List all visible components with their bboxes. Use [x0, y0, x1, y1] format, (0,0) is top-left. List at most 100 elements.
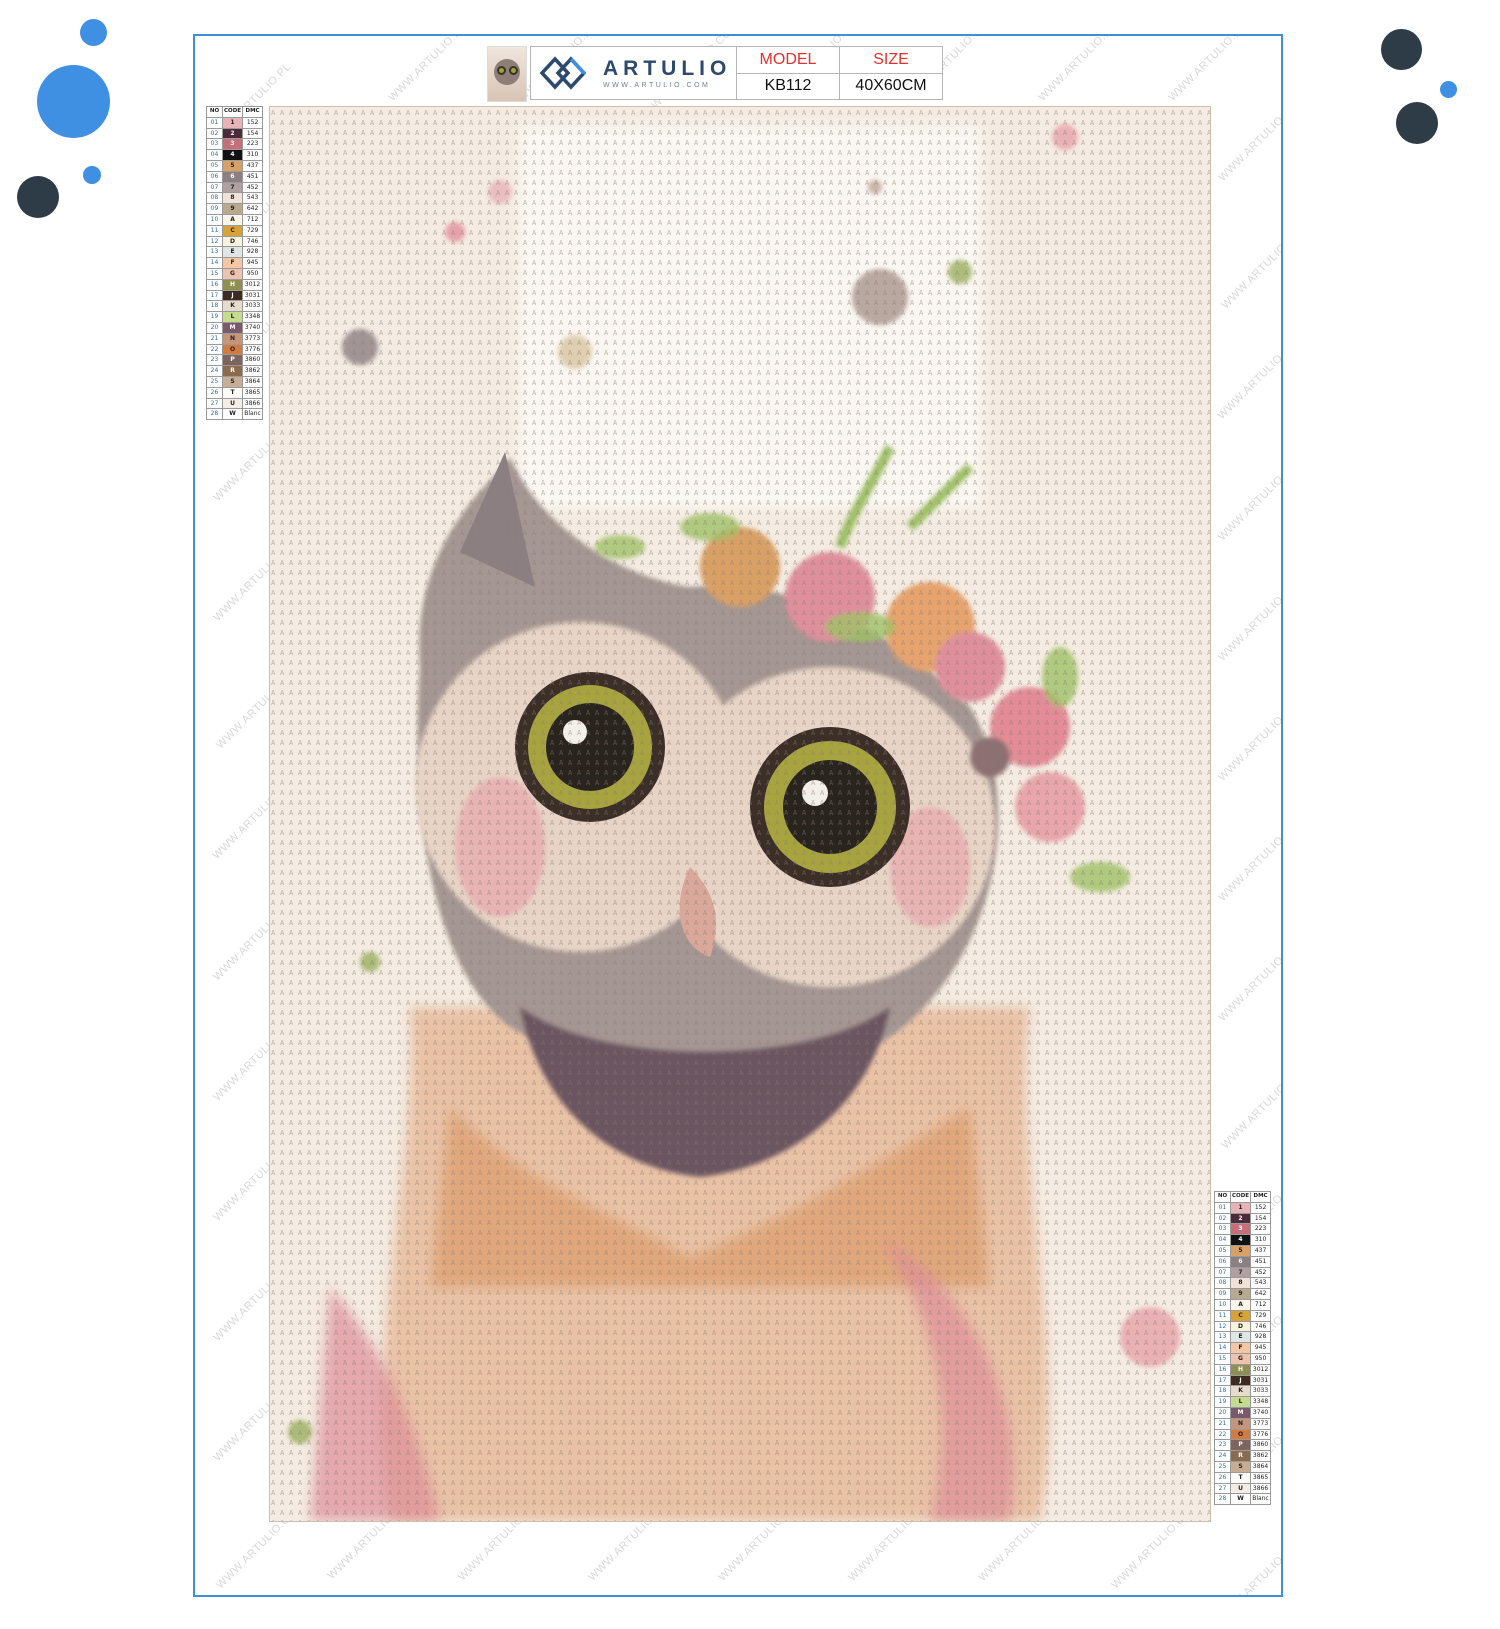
- legend-code-swatch: N: [221, 332, 244, 345]
- color-legend-right: NO CODE DMC 01 1 152 02 2 154 03 3 223 04 4 310 05 5 437 0…: [1214, 1191, 1272, 1506]
- model-label: MODEL: [737, 47, 839, 74]
- legend-number: 11: [1214, 1309, 1231, 1322]
- legend-row: 07 7 452: [1214, 1266, 1272, 1279]
- watermark-text: WWW.ARTULIO.ES: [1166, 34, 1250, 104]
- legend-row: 12 D 746: [1214, 1320, 1272, 1333]
- watermark-text: WWW.ARTULIO.IT: [1215, 342, 1283, 422]
- legend-row: 19 L 3348: [206, 311, 264, 323]
- legend-number: 07: [206, 181, 223, 194]
- legend-dmc: Blanc: [242, 408, 264, 421]
- legend-dmc: 152: [1250, 1201, 1272, 1214]
- legend-code-swatch: J: [1229, 1374, 1252, 1387]
- legend-dmc: 3860: [242, 354, 264, 367]
- watermark-text: WWW.ARTULIO.DE: [1216, 940, 1283, 1024]
- legend-row: 15 G 950: [206, 267, 264, 280]
- legend-number: 15: [206, 267, 223, 280]
- decor-dot-dark-right-top: [1381, 29, 1422, 70]
- legend-code-swatch: S: [1229, 1460, 1252, 1473]
- legend-header-code: CODE: [221, 106, 244, 118]
- legend-number: 08: [206, 192, 223, 205]
- legend-number: 01: [206, 116, 223, 129]
- legend-code-swatch: W: [1229, 1493, 1252, 1506]
- legend-code-swatch: L: [1229, 1396, 1252, 1408]
- legend-code-swatch: E: [221, 246, 244, 259]
- legend-header-row: NO CODE DMC: [206, 106, 264, 118]
- legend-row: 24 R 3862: [1214, 1450, 1272, 1462]
- legend-number: 09: [1214, 1288, 1231, 1300]
- legend-number: 12: [1214, 1320, 1231, 1333]
- legend-row: 22 O 3776: [1214, 1428, 1272, 1441]
- legend-number: 02: [206, 127, 223, 140]
- legend-code-swatch: G: [1229, 1352, 1252, 1365]
- legend-code-swatch: 5: [221, 159, 244, 172]
- legend-row: 09 9 642: [1214, 1288, 1272, 1300]
- legend-number: 20: [206, 321, 223, 334]
- legend-number: 19: [206, 311, 223, 323]
- legend-number: 24: [206, 365, 223, 377]
- watermark-text: WWW.ARTULIO.CO.UK: [1219, 1052, 1283, 1152]
- legend-code-swatch: W: [221, 408, 244, 421]
- legend-row: 23 P 3860: [1214, 1439, 1272, 1452]
- watermark-text: WWW.ARTULIO.PL: [1216, 460, 1283, 544]
- legend-dmc: 3860: [1250, 1439, 1272, 1452]
- legend-dmc: 3348: [242, 311, 264, 323]
- legend-row: 18 K 3033: [1214, 1385, 1272, 1398]
- legend-code-swatch: 9: [1229, 1288, 1252, 1300]
- legend-code-swatch: H: [1229, 1363, 1252, 1376]
- legend-row: 11 C 729: [1214, 1309, 1272, 1322]
- legend-row: 20 M 3740: [206, 321, 264, 334]
- legend-row: 05 5 437: [1214, 1244, 1272, 1257]
- legend-row: 23 P 3860: [206, 354, 264, 367]
- legend-dmc: 451: [242, 170, 264, 183]
- legend-number: 14: [1214, 1342, 1231, 1354]
- legend-dmc: 223: [1250, 1223, 1272, 1236]
- legend-row: 01 1 152: [1214, 1201, 1272, 1214]
- watermark-text: WWW.ARTULIO.CO.UK: [1219, 212, 1283, 312]
- legend-row: 02 2 154: [206, 127, 264, 140]
- legend-number: 28: [1214, 1493, 1231, 1506]
- decor-dot-blue-tiny: [83, 166, 101, 184]
- decor-dot-blue-large: [37, 65, 110, 138]
- legend-dmc: 437: [242, 159, 264, 172]
- legend-dmc: 3865: [1250, 1471, 1272, 1484]
- legend-dmc: 642: [242, 203, 264, 215]
- legend-dmc: 3862: [1250, 1450, 1272, 1462]
- legend-number: 07: [1214, 1266, 1231, 1279]
- legend-dmc: 642: [1250, 1288, 1272, 1300]
- decor-dot-blue-right: [1440, 81, 1457, 98]
- legend-dmc: 950: [1250, 1352, 1272, 1365]
- legend-code-swatch: A: [221, 213, 244, 226]
- legend-dmc: Blanc: [1250, 1493, 1272, 1506]
- legend-code-swatch: 7: [1229, 1266, 1252, 1279]
- legend-dmc: 543: [242, 192, 264, 205]
- legend-code-swatch: 4: [221, 149, 244, 161]
- legend-number: 09: [206, 203, 223, 215]
- legend-row: 27 U 3866: [1214, 1482, 1272, 1495]
- legend-dmc: 3865: [242, 386, 264, 399]
- legend-dmc: 928: [242, 246, 264, 259]
- legend-number: 19: [1214, 1396, 1231, 1408]
- legend-number: 03: [206, 138, 223, 151]
- legend-number: 04: [1214, 1234, 1231, 1246]
- legend-code-swatch: D: [1229, 1320, 1252, 1333]
- legend-code-swatch: U: [1229, 1482, 1252, 1495]
- legend-number: 25: [1214, 1460, 1231, 1473]
- size-label: SIZE: [840, 47, 942, 74]
- legend-number: 17: [206, 289, 223, 302]
- legend-row: 13 E 928: [206, 246, 264, 259]
- legend-dmc: 712: [242, 213, 264, 226]
- legend-row: 25 S 3864: [206, 375, 264, 388]
- legend-dmc: 3776: [1250, 1428, 1272, 1441]
- legend-dmc: 437: [1250, 1244, 1272, 1257]
- legend-dmc: 452: [1250, 1266, 1272, 1279]
- legend-code-swatch: K: [1229, 1385, 1252, 1398]
- model-value: KB112: [764, 77, 812, 95]
- legend-header-dmc: DMC: [242, 106, 264, 118]
- legend-number: 27: [206, 397, 223, 410]
- legend-dmc: 3862: [242, 365, 264, 377]
- legend-row: 17 J 3031: [1214, 1374, 1272, 1387]
- legend-row: 27 U 3866: [206, 397, 264, 410]
- legend-code-swatch: 3: [221, 138, 244, 151]
- legend-code-swatch: J: [221, 289, 244, 302]
- legend-header-dmc: DMC: [1250, 1191, 1272, 1203]
